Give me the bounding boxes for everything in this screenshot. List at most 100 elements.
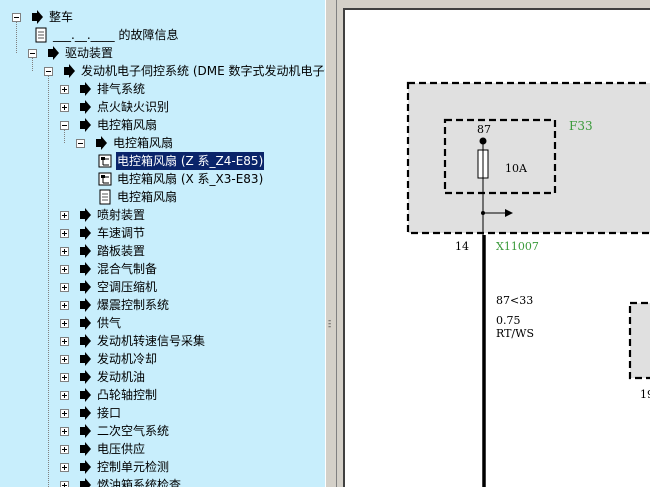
tree-item-label: 供气 xyxy=(97,316,122,330)
tree-item[interactable]: 喷射装置 xyxy=(60,206,146,224)
wiring-diagram-icon xyxy=(98,172,112,186)
expand-icon[interactable] xyxy=(60,444,69,454)
tree-item[interactable]: 电压供应 xyxy=(60,440,146,458)
tree-item[interactable]: 燃油箱系统检查 xyxy=(60,476,182,487)
collapse-icon[interactable] xyxy=(28,48,37,58)
expand-icon[interactable] xyxy=(60,336,69,346)
expand-icon[interactable] xyxy=(60,372,69,382)
collapse-icon[interactable] xyxy=(60,120,69,130)
tree-pane[interactable]: 整车 ___.__.____ 的故障信息驱动装置发动机电子伺控系统 (DME 数字… xyxy=(0,0,325,487)
expand-icon[interactable] xyxy=(60,264,69,274)
folder-arrow-icon xyxy=(80,82,91,96)
pin-number-label: 14 xyxy=(455,240,469,253)
expand-icon[interactable] xyxy=(60,408,69,418)
folder-arrow-icon xyxy=(80,100,91,114)
fuse-pin-label: 87 xyxy=(477,123,491,136)
expand-icon[interactable] xyxy=(60,282,69,292)
tree-item-label: 凸轮轴控制 xyxy=(97,388,158,402)
wiring-diagram-canvas[interactable]: F33 87 10A 14 X11007 87<33 0.75 RT/WS 19 xyxy=(343,8,650,487)
folder-arrow-icon xyxy=(64,64,75,78)
tree-item[interactable]: 电控箱风扇 (Z 系_Z4-E85) xyxy=(97,152,265,170)
folder-arrow-icon xyxy=(80,298,91,312)
document-icon xyxy=(99,189,111,205)
tree-item-label: 电控箱风扇 (Z 系_Z4-E85) xyxy=(116,152,265,170)
tree-item-label: 踏板装置 xyxy=(97,244,146,258)
tree-item[interactable]: 发动机油 xyxy=(60,368,146,386)
collapse-icon[interactable] xyxy=(76,138,85,148)
tree-item[interactable]: 踏板装置 xyxy=(60,242,146,260)
expand-icon[interactable] xyxy=(60,318,69,328)
tree-item[interactable]: 控制单元检测 xyxy=(60,458,170,476)
tree-item[interactable]: 电控箱风扇 xyxy=(97,188,178,206)
tree-item-label: ___.__.____ 的故障信息 xyxy=(53,28,179,42)
expand-icon[interactable] xyxy=(60,300,69,310)
expand-icon[interactable] xyxy=(60,462,69,472)
tree-item[interactable]: 接口 xyxy=(60,404,122,422)
tree-item[interactable]: 电控箱风扇 (X 系_X3-E83) xyxy=(97,170,264,188)
tree-item-label: 发动机电子伺控系统 (DME 数字式发动机电子伺 xyxy=(81,64,325,78)
folder-arrow-icon xyxy=(80,244,91,258)
expand-icon[interactable] xyxy=(60,390,69,400)
expand-icon[interactable] xyxy=(60,102,69,112)
tree-item[interactable]: 车速调节 xyxy=(60,224,146,242)
expand-icon[interactable] xyxy=(60,246,69,256)
tree-item[interactable]: 凸轮轴控制 xyxy=(60,386,158,404)
folder-arrow-icon xyxy=(80,118,91,132)
folder-arrow-icon xyxy=(96,136,107,150)
tree-item-label: 点火缺火识别 xyxy=(97,100,170,114)
tree-item[interactable]: 电控箱风扇 xyxy=(76,134,174,152)
tree-item[interactable]: ___.__.____ 的故障信息 xyxy=(33,26,179,44)
wire-ref-label: 87<33 xyxy=(496,294,533,307)
tree-item[interactable]: 发动机冷却 xyxy=(60,350,158,368)
expand-icon[interactable] xyxy=(60,426,69,436)
folder-arrow-icon xyxy=(32,10,43,24)
tree-item-label: 空调压缩机 xyxy=(97,280,158,294)
folder-arrow-icon xyxy=(80,334,91,348)
fuse-rating-label: 10A xyxy=(505,162,528,175)
tree-item-label: 喷射装置 xyxy=(97,208,146,222)
pane-splitter[interactable]: --- xyxy=(325,0,337,487)
collapse-icon[interactable] xyxy=(12,12,21,22)
tree-item[interactable]: 电控箱风扇 xyxy=(60,116,158,134)
expand-icon[interactable] xyxy=(60,228,69,238)
tree-item[interactable]: 点火缺火识别 xyxy=(60,98,170,116)
tree-item-label: 发动机转速信号采集 xyxy=(97,334,206,348)
collapse-icon[interactable] xyxy=(44,66,53,76)
tree-item[interactable]: 混合气制备 xyxy=(60,260,158,278)
tree-item-label: 接口 xyxy=(97,406,122,420)
tree-item[interactable]: 空调压缩机 xyxy=(60,278,158,296)
tree-item-label: 车速调节 xyxy=(97,226,146,240)
wire-color-label: RT/WS xyxy=(496,327,534,340)
tree-item[interactable]: 排气系统 xyxy=(60,80,146,98)
tree-item[interactable]: 驱动装置 xyxy=(28,44,114,62)
tree-item-label: 电控箱风扇 (X 系_X3-E83) xyxy=(117,172,264,186)
folder-arrow-icon xyxy=(80,280,91,294)
wiring-diagram-icon xyxy=(98,154,112,168)
folder-arrow-icon xyxy=(80,388,91,402)
tree-item[interactable]: 发动机转速信号采集 xyxy=(60,332,206,350)
tree-item-label: 电控箱风扇 xyxy=(113,136,174,150)
component-box-partial xyxy=(628,301,650,380)
expand-icon[interactable] xyxy=(60,354,69,364)
fuse-block-label: F33 xyxy=(569,119,593,133)
component-pin-label: 19 xyxy=(640,388,650,401)
tree-item[interactable]: 爆震控制系统 xyxy=(60,296,170,314)
tree-item[interactable]: 二次空气系统 xyxy=(60,422,170,440)
folder-arrow-icon xyxy=(80,370,91,384)
tree-item-label: 排气系统 xyxy=(97,82,146,96)
connector-label: X11007 xyxy=(496,240,539,253)
tree-item[interactable]: 整车 xyxy=(12,8,74,26)
folder-arrow-icon xyxy=(48,46,59,60)
tree-item[interactable]: 发动机电子伺控系统 (DME 数字式发动机电子伺 xyxy=(44,62,325,80)
wiring-diagram: F33 87 10A 14 X11007 87<33 0.75 RT/WS 19 xyxy=(406,81,650,487)
folder-arrow-icon xyxy=(80,406,91,420)
tree-item-label: 整车 xyxy=(49,10,74,24)
expand-icon[interactable] xyxy=(60,480,69,487)
expand-icon[interactable] xyxy=(60,210,69,220)
tree-item[interactable]: 供气 xyxy=(60,314,122,332)
expand-icon[interactable] xyxy=(60,84,69,94)
tree-item-label: 控制单元检测 xyxy=(97,460,170,474)
diagram-pane: F33 87 10A 14 X11007 87<33 0.75 RT/WS 19 xyxy=(337,0,650,487)
tree-connector-line xyxy=(48,71,49,487)
folder-arrow-icon xyxy=(80,478,91,487)
